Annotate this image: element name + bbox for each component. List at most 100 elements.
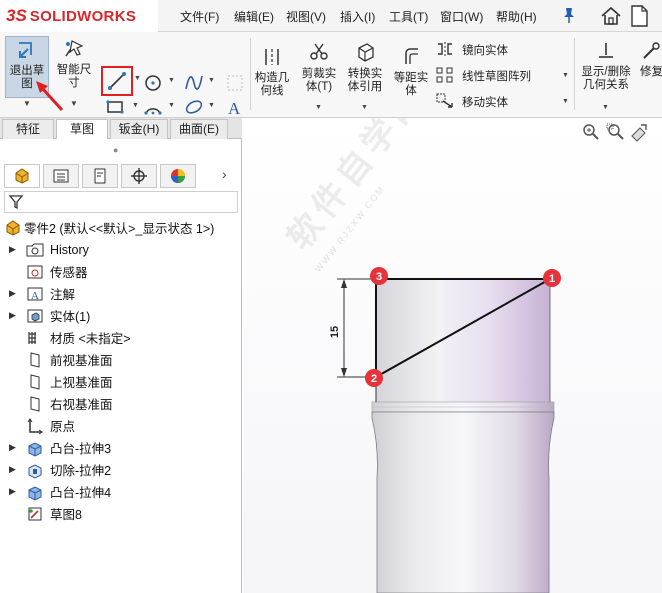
offset-entities-button[interactable]: 等距实 体 [390, 46, 432, 98]
tree-item-top-plane[interactable]: 上视基准面 [0, 371, 242, 392]
plane-icon [30, 373, 40, 390]
expand-icon[interactable]: ▶ [9, 288, 16, 299]
construction-geometry-button[interactable]: 构造几 何线 [252, 46, 292, 98]
circle-icon[interactable] [142, 72, 164, 94]
menu-edit[interactable]: 编辑(E) [234, 8, 274, 25]
trim-dropdown-arrow[interactable]: ▼ [315, 104, 322, 111]
marker-1: 1 [543, 269, 561, 287]
menu-view[interactable]: 视图(V) [286, 8, 326, 25]
tree-item-boss-extrude-4[interactable]: ▶ 凸台-拉伸4 [0, 481, 242, 502]
tab-surfaces[interactable]: 曲面(E) [170, 119, 228, 139]
menu-file[interactable]: 文件(F) [180, 8, 219, 25]
tree-item-label: 原点 [50, 420, 76, 434]
sensor-icon [27, 265, 43, 278]
home-icon[interactable] [598, 3, 624, 29]
filter-icon[interactable] [8, 194, 24, 210]
tree-item-material[interactable]: 材质 <未指定> [0, 327, 242, 348]
expand-icon[interactable]: ▶ [9, 244, 16, 255]
repair-label: 修复 [640, 66, 662, 78]
dimension-value: 15 [329, 326, 341, 338]
mirror-entities-button[interactable]: 镜向实体 [462, 42, 508, 58]
tree-item-origin[interactable]: 原点 [0, 415, 242, 436]
expand-icon[interactable]: ▶ [9, 486, 16, 497]
tree-item-label: 右视基准面 [50, 398, 113, 412]
menu-tools[interactable]: 工具(T) [389, 8, 428, 25]
tree-item-label: 实体(1) [50, 310, 91, 324]
spline-dropdown-arrow[interactable]: ▼ [208, 77, 215, 84]
chevron-right-icon[interactable]: › [222, 166, 227, 182]
convert-dropdown-arrow[interactable]: ▼ [361, 104, 368, 111]
relations-dropdown-arrow[interactable]: ▼ [602, 104, 609, 111]
sketch-icon [28, 507, 42, 520]
feature-manager-tab[interactable] [4, 164, 40, 188]
trim-entities-button[interactable]: 剪裁实 体(T) [298, 40, 340, 94]
pin-icon[interactable] [562, 6, 576, 24]
relations-label-1: 显示/删除 [581, 66, 631, 78]
expand-icon[interactable]: ▶ [9, 464, 16, 475]
move-dropdown-arrow[interactable]: ▼ [562, 98, 569, 105]
rectangle-icon[interactable] [104, 96, 126, 118]
tab-sheet-metal[interactable]: 钣金(H) [110, 119, 168, 139]
tree-item-annotations[interactable]: ▶ A 注解 [0, 283, 242, 304]
linear-sketch-pattern-button[interactable]: 线性草图阵列 [462, 68, 531, 84]
manager-tabs [4, 164, 240, 188]
trim-icon [310, 43, 328, 60]
convert-entities-icon [358, 43, 374, 62]
boss-extrude-icon [28, 441, 42, 457]
move-entities-button[interactable]: 移动实体 [462, 94, 508, 110]
tree-item-right-plane[interactable]: 右视基准面 [0, 393, 242, 414]
line-dropdown-arrow[interactable]: ▼ [134, 75, 141, 82]
line-icon[interactable] [106, 70, 128, 92]
display-delete-relations-button[interactable]: 显示/删除 几何关系 [577, 40, 635, 92]
tree-filter-bar[interactable] [4, 191, 238, 213]
text-icon[interactable]: A [224, 96, 246, 118]
graphics-area[interactable]: 软件自学网 WWW.RJZXW.COM 15 1 2 3 [243, 118, 662, 593]
circle-dropdown-arrow[interactable]: ▼ [168, 77, 175, 84]
expand-icon[interactable]: ▶ [9, 310, 16, 321]
menu-help[interactable]: 帮助(H) [496, 8, 537, 25]
tree-root-part[interactable]: 零件2 (默认<<默认>_显示状态 1>) [0, 217, 242, 238]
move-entities-icon[interactable] [436, 93, 454, 109]
svg-text:1: 1 [549, 273, 555, 285]
tree-item-cut-extrude-2[interactable]: ▶ 切除-拉伸2 [0, 459, 242, 480]
linear-pattern-icon[interactable] [436, 67, 454, 83]
arc-icon[interactable] [142, 96, 164, 118]
smart-dimension-dropdown[interactable]: ▼ [51, 99, 97, 113]
menu-window[interactable]: 窗口(W) [440, 8, 483, 25]
command-manager-ribbon: 退出草 图 智能尺 寸 ▼ ▼ ▼ ▼ ▼ ▼ ▼ ▼ A 构造几 何线 剪裁实… [0, 32, 662, 142]
mirror-entities-icon[interactable] [436, 41, 454, 57]
repair-sketch-button[interactable]: 修复 [640, 40, 662, 79]
exit-sketch-dropdown[interactable]: ▼ [5, 99, 49, 113]
solidworks-logo[interactable]: 3S SOLIDWORKS [0, 0, 158, 32]
tree-item-sensors[interactable]: 传感器 [0, 261, 242, 282]
ellipse-dropdown-arrow[interactable]: ▼ [208, 102, 215, 109]
smart-dimension-button[interactable]: 智能尺 寸 [51, 36, 97, 98]
tree-item-front-plane[interactable]: 前视基准面 [0, 349, 242, 370]
expand-icon[interactable]: ▶ [9, 442, 16, 453]
ellipse-icon[interactable] [183, 96, 205, 118]
menu-insert[interactable]: 插入(I) [340, 8, 375, 25]
tree-item-history[interactable]: ▶ History [0, 239, 242, 260]
spline-icon[interactable] [183, 72, 205, 94]
tree-item-boss-extrude-3[interactable]: ▶ 凸台-拉伸3 [0, 437, 242, 458]
tab-sketch[interactable]: 草图 [56, 119, 108, 139]
tree-item-solid-bodies[interactable]: ▶ 实体(1) [0, 305, 242, 326]
display-manager-tab[interactable] [160, 164, 196, 188]
tree-item-sketch-8[interactable]: 草图8 [0, 503, 242, 524]
linear-pattern-dropdown-arrow[interactable]: ▼ [562, 72, 569, 79]
arc-dropdown-arrow[interactable]: ▼ [168, 102, 175, 109]
tree-item-label: 草图8 [50, 508, 82, 522]
new-document-icon[interactable] [628, 4, 650, 28]
tree-item-label: History [50, 242, 89, 257]
dimxpert-manager-tab[interactable] [121, 164, 157, 188]
smart-dimension-icon [65, 40, 84, 57]
surface-grid-icon[interactable] [224, 72, 246, 94]
property-manager-tab[interactable] [43, 164, 79, 188]
offset-entities-icon [405, 48, 418, 64]
convert-entities-button[interactable]: 转换实 体引用 [344, 40, 386, 94]
tab-features[interactable]: 特征 [2, 119, 54, 139]
panel-collapse-handle[interactable]: ● [113, 145, 118, 155]
configuration-manager-tab[interactable] [82, 164, 118, 188]
feature-manager-icon [15, 168, 29, 184]
rectangle-dropdown-arrow[interactable]: ▼ [132, 102, 139, 109]
